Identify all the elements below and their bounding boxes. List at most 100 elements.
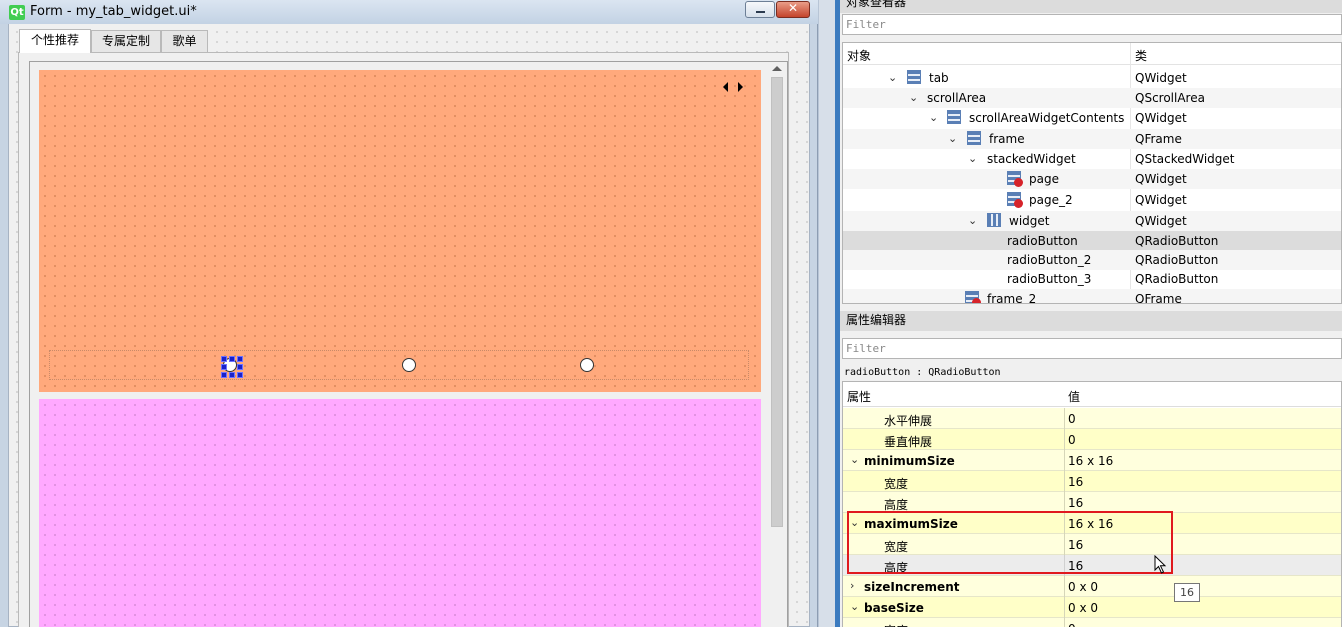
column-divider xyxy=(1064,429,1065,450)
tree-row-radioButton_2[interactable]: radioButton_2 QRadioButton xyxy=(843,250,1341,270)
property-value[interactable]: 0 xyxy=(1068,412,1076,426)
tree-row-page_2[interactable]: page_2 QWidget xyxy=(843,190,1341,210)
property-value[interactable]: 16 xyxy=(1068,475,1083,489)
resize-handle[interactable] xyxy=(221,372,227,378)
mouse-cursor-icon xyxy=(1154,555,1167,574)
property-row-高度[interactable]: 高度 16 xyxy=(843,492,1341,513)
scrollbar-thumb[interactable] xyxy=(771,77,783,527)
column-layout-icon xyxy=(987,213,1001,227)
form-titlebar[interactable]: Qt Form - my_tab_widget.ui* ✕ xyxy=(0,0,818,24)
expand-chevron-icon[interactable]: ⌄ xyxy=(888,71,897,84)
property-row-baseSize[interactable]: ⌄ baseSize 0 x 0 xyxy=(843,597,1341,618)
radio-button-2[interactable] xyxy=(402,358,416,372)
property-name: baseSize xyxy=(864,601,924,615)
tab-playlist[interactable]: 歌单 xyxy=(161,30,208,52)
object-name: radioButton_3 xyxy=(1007,272,1092,286)
tree-row-scrollAreaWidgetContents[interactable]: ⌄ scrollAreaWidgetContents QWidget xyxy=(843,108,1341,128)
expand-chevron-icon[interactable]: › xyxy=(850,579,854,592)
tree-row-frame[interactable]: ⌄ frame QFrame xyxy=(843,129,1341,149)
resize-handle[interactable] xyxy=(229,372,235,378)
property-row-minimumSize[interactable]: ⌄ minimumSize 16 x 16 xyxy=(843,450,1341,471)
object-class: QWidget xyxy=(1135,214,1187,228)
collapse-chevron-icon[interactable]: ⌄ xyxy=(850,600,859,613)
stacked-widget-nav[interactable] xyxy=(723,82,747,92)
form-title: Form - my_tab_widget.ui* xyxy=(30,4,197,19)
property-value[interactable]: 0 x 0 xyxy=(1068,580,1098,594)
broken-layout-icon xyxy=(1007,192,1023,208)
next-page-arrow-icon[interactable] xyxy=(738,82,743,92)
broken-layout-icon xyxy=(1007,171,1023,187)
object-name: frame xyxy=(989,132,1025,146)
object-name: frame_2 xyxy=(987,292,1037,304)
tree-row-stackedWidget[interactable]: ⌄ stackedWidget QStackedWidget xyxy=(843,149,1341,169)
property-row-宽度[interactable]: 宽度 16 xyxy=(843,471,1341,492)
object-filter-input[interactable]: Filter xyxy=(842,14,1342,35)
column-header-property[interactable]: 属性 xyxy=(847,388,871,405)
property-row-宽度[interactable]: 宽度 0 xyxy=(843,618,1341,627)
collapse-chevron-icon[interactable]: ⌄ xyxy=(850,453,859,466)
column-header-value[interactable]: 值 xyxy=(1068,388,1080,405)
close-icon: ✕ xyxy=(787,1,799,15)
tree-row-frame_2[interactable]: frame_2 QFrame xyxy=(843,289,1341,304)
resize-handle[interactable] xyxy=(237,372,243,378)
dock-splitter[interactable] xyxy=(818,0,841,627)
resize-handle[interactable] xyxy=(221,364,227,370)
object-class: QWidget xyxy=(1135,172,1187,186)
tab-exclusive-custom[interactable]: 专属定制 xyxy=(91,30,161,52)
column-header-object[interactable]: 对象 xyxy=(847,47,871,64)
expand-chevron-icon[interactable]: ⌄ xyxy=(909,91,918,104)
column-divider xyxy=(1064,597,1065,618)
expand-chevron-icon[interactable]: ⌄ xyxy=(968,214,977,227)
pink-frame[interactable] xyxy=(39,399,761,627)
object-class: QFrame xyxy=(1135,132,1182,146)
object-class: QWidget xyxy=(1135,193,1187,207)
object-class: QFrame xyxy=(1135,292,1182,304)
property-value[interactable]: 0 x 0 xyxy=(1068,601,1098,615)
minimize-button[interactable] xyxy=(745,1,775,18)
tree-row-radioButton_3[interactable]: radioButton_3 QRadioButton xyxy=(843,269,1341,289)
current-object-label: radioButton : QRadioButton xyxy=(844,367,1001,378)
selection-handles[interactable] xyxy=(221,356,243,378)
property-row-垂直伸展[interactable]: 垂直伸展 0 xyxy=(843,429,1341,450)
vertical-scrollbar[interactable] xyxy=(768,64,786,627)
object-name: radioButton xyxy=(1007,234,1078,248)
property-table-header: 属性 值 xyxy=(843,382,1341,407)
resize-handle[interactable] xyxy=(229,356,235,362)
object-name: radioButton_2 xyxy=(1007,253,1092,267)
value-tooltip: 16 xyxy=(1174,583,1200,602)
resize-handle[interactable] xyxy=(221,356,227,362)
column-header-class[interactable]: 类 xyxy=(1135,47,1147,64)
property-value[interactable]: 0 xyxy=(1068,433,1076,447)
resize-handle[interactable] xyxy=(237,356,243,362)
property-value[interactable]: 16 xyxy=(1068,496,1083,510)
tab-personal-recommend[interactable]: 个性推荐 xyxy=(19,29,91,53)
property-row-sizeIncrement[interactable]: › sizeIncrement 0 x 0 xyxy=(843,576,1341,597)
object-class: QStackedWidget xyxy=(1135,152,1235,166)
property-filter-input[interactable]: Filter xyxy=(842,338,1342,359)
broken-layout-icon xyxy=(965,291,981,303)
tree-row-tab[interactable]: ⌄ tab QWidget xyxy=(843,68,1341,88)
list-layout-icon xyxy=(947,110,961,124)
tree-row-widget[interactable]: ⌄ widget QWidget xyxy=(843,211,1341,231)
list-layout-icon xyxy=(967,131,981,145)
radio-button-3[interactable] xyxy=(580,358,594,372)
expand-chevron-icon[interactable]: ⌄ xyxy=(929,111,938,124)
property-name: minimumSize xyxy=(864,454,955,468)
tree-row-scrollArea[interactable]: ⌄ scrollArea QScrollArea xyxy=(843,88,1341,108)
object-name: tab xyxy=(929,71,949,85)
property-table[interactable]: 属性 值 水平伸展 0 垂直伸展 0 ⌄ minimumSize 16 x 16 宽度 16 高度… xyxy=(842,381,1342,627)
property-value[interactable]: 0 xyxy=(1068,622,1076,627)
object-tree[interactable]: 对象 类 ⌄ tab QWidget ⌄ scrollArea QScrollArea ⌄ s… xyxy=(842,42,1342,304)
close-button[interactable]: ✕ xyxy=(776,1,810,18)
previous-page-arrow-icon[interactable] xyxy=(723,82,728,92)
tree-row-radioButton[interactable]: radioButton QRadioButton xyxy=(843,231,1341,251)
orange-frame-stacked-widget[interactable] xyxy=(39,70,761,392)
resize-handle[interactable] xyxy=(237,364,243,370)
property-value[interactable]: 16 x 16 xyxy=(1068,454,1113,468)
object-name: page_2 xyxy=(1029,193,1073,207)
tree-row-page[interactable]: page QWidget xyxy=(843,169,1341,189)
scroll-up-arrow-icon[interactable] xyxy=(772,66,782,71)
expand-chevron-icon[interactable]: ⌄ xyxy=(948,132,957,145)
property-row-水平伸展[interactable]: 水平伸展 0 xyxy=(843,408,1341,429)
expand-chevron-icon[interactable]: ⌄ xyxy=(968,152,977,165)
